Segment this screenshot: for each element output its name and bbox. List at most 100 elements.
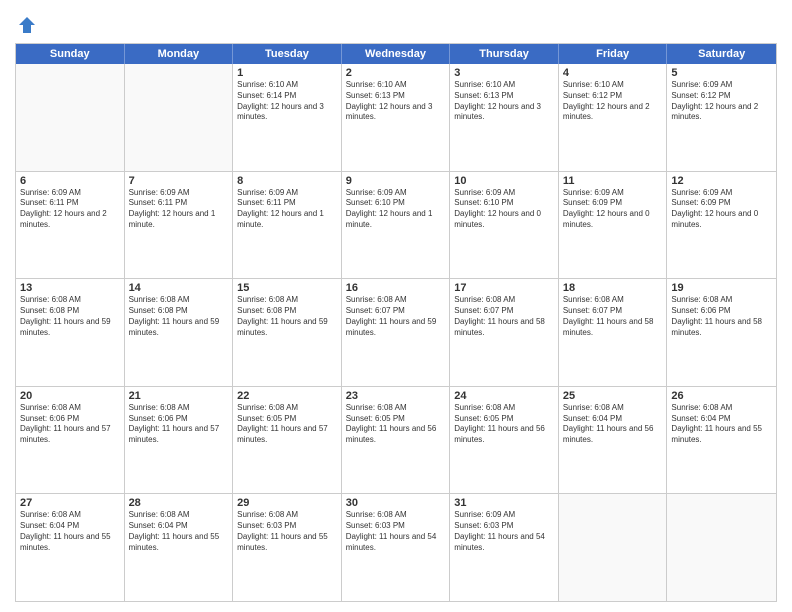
day-number: 27 [20, 497, 120, 509]
calendar: SundayMondayTuesdayWednesdayThursdayFrid… [15, 43, 777, 602]
weekday-header-sunday: Sunday [16, 44, 125, 64]
day-info: Sunrise: 6:09 AM Sunset: 6:11 PM Dayligh… [20, 188, 120, 231]
day-number: 12 [671, 175, 772, 187]
calendar-day-24: 24Sunrise: 6:08 AM Sunset: 6:05 PM Dayli… [450, 387, 559, 494]
logo-icon [17, 15, 37, 35]
calendar-day-22: 22Sunrise: 6:08 AM Sunset: 6:05 PM Dayli… [233, 387, 342, 494]
day-info: Sunrise: 6:08 AM Sunset: 6:04 PM Dayligh… [20, 510, 120, 553]
day-info: Sunrise: 6:08 AM Sunset: 6:06 PM Dayligh… [20, 403, 120, 446]
calendar-day-14: 14Sunrise: 6:08 AM Sunset: 6:08 PM Dayli… [125, 279, 234, 386]
day-number: 19 [671, 282, 772, 294]
calendar-day-10: 10Sunrise: 6:09 AM Sunset: 6:10 PM Dayli… [450, 172, 559, 279]
calendar-week-4: 20Sunrise: 6:08 AM Sunset: 6:06 PM Dayli… [16, 386, 776, 494]
day-number: 14 [129, 282, 229, 294]
day-info: Sunrise: 6:10 AM Sunset: 6:14 PM Dayligh… [237, 80, 337, 123]
day-number: 16 [346, 282, 446, 294]
calendar-day-11: 11Sunrise: 6:09 AM Sunset: 6:09 PM Dayli… [559, 172, 668, 279]
day-number: 23 [346, 390, 446, 402]
day-info: Sunrise: 6:09 AM Sunset: 6:03 PM Dayligh… [454, 510, 554, 553]
day-info: Sunrise: 6:10 AM Sunset: 6:12 PM Dayligh… [563, 80, 663, 123]
day-info: Sunrise: 6:10 AM Sunset: 6:13 PM Dayligh… [454, 80, 554, 123]
day-info: Sunrise: 6:08 AM Sunset: 6:07 PM Dayligh… [454, 295, 554, 338]
day-info: Sunrise: 6:09 AM Sunset: 6:11 PM Dayligh… [237, 188, 337, 231]
day-number: 17 [454, 282, 554, 294]
calendar-empty-cell [667, 494, 776, 601]
calendar-day-25: 25Sunrise: 6:08 AM Sunset: 6:04 PM Dayli… [559, 387, 668, 494]
calendar-body: 1Sunrise: 6:10 AM Sunset: 6:14 PM Daylig… [16, 64, 776, 601]
day-info: Sunrise: 6:08 AM Sunset: 6:03 PM Dayligh… [346, 510, 446, 553]
day-number: 13 [20, 282, 120, 294]
day-info: Sunrise: 6:08 AM Sunset: 6:07 PM Dayligh… [346, 295, 446, 338]
weekday-header-friday: Friday [559, 44, 668, 64]
calendar-week-1: 1Sunrise: 6:10 AM Sunset: 6:14 PM Daylig… [16, 64, 776, 171]
calendar-week-3: 13Sunrise: 6:08 AM Sunset: 6:08 PM Dayli… [16, 278, 776, 386]
calendar-day-3: 3Sunrise: 6:10 AM Sunset: 6:13 PM Daylig… [450, 64, 559, 171]
day-info: Sunrise: 6:08 AM Sunset: 6:08 PM Dayligh… [237, 295, 337, 338]
calendar-day-5: 5Sunrise: 6:09 AM Sunset: 6:12 PM Daylig… [667, 64, 776, 171]
day-number: 5 [671, 67, 772, 79]
page: SundayMondayTuesdayWednesdayThursdayFrid… [0, 0, 792, 612]
day-info: Sunrise: 6:08 AM Sunset: 6:03 PM Dayligh… [237, 510, 337, 553]
day-number: 30 [346, 497, 446, 509]
day-info: Sunrise: 6:08 AM Sunset: 6:08 PM Dayligh… [20, 295, 120, 338]
day-info: Sunrise: 6:09 AM Sunset: 6:09 PM Dayligh… [671, 188, 772, 231]
day-number: 4 [563, 67, 663, 79]
calendar-header: SundayMondayTuesdayWednesdayThursdayFrid… [16, 44, 776, 64]
day-number: 10 [454, 175, 554, 187]
calendar-day-26: 26Sunrise: 6:08 AM Sunset: 6:04 PM Dayli… [667, 387, 776, 494]
weekday-header-tuesday: Tuesday [233, 44, 342, 64]
day-info: Sunrise: 6:08 AM Sunset: 6:05 PM Dayligh… [237, 403, 337, 446]
weekday-header-saturday: Saturday [667, 44, 776, 64]
day-number: 2 [346, 67, 446, 79]
day-number: 6 [20, 175, 120, 187]
day-info: Sunrise: 6:08 AM Sunset: 6:07 PM Dayligh… [563, 295, 663, 338]
calendar-day-12: 12Sunrise: 6:09 AM Sunset: 6:09 PM Dayli… [667, 172, 776, 279]
day-info: Sunrise: 6:08 AM Sunset: 6:04 PM Dayligh… [671, 403, 772, 446]
day-number: 21 [129, 390, 229, 402]
calendar-day-1: 1Sunrise: 6:10 AM Sunset: 6:14 PM Daylig… [233, 64, 342, 171]
day-number: 9 [346, 175, 446, 187]
day-number: 26 [671, 390, 772, 402]
calendar-day-23: 23Sunrise: 6:08 AM Sunset: 6:05 PM Dayli… [342, 387, 451, 494]
day-info: Sunrise: 6:09 AM Sunset: 6:09 PM Dayligh… [563, 188, 663, 231]
calendar-day-31: 31Sunrise: 6:09 AM Sunset: 6:03 PM Dayli… [450, 494, 559, 601]
day-number: 22 [237, 390, 337, 402]
calendar-day-6: 6Sunrise: 6:09 AM Sunset: 6:11 PM Daylig… [16, 172, 125, 279]
day-info: Sunrise: 6:09 AM Sunset: 6:10 PM Dayligh… [454, 188, 554, 231]
day-number: 8 [237, 175, 337, 187]
calendar-day-19: 19Sunrise: 6:08 AM Sunset: 6:06 PM Dayli… [667, 279, 776, 386]
calendar-empty-cell [16, 64, 125, 171]
day-number: 3 [454, 67, 554, 79]
calendar-day-28: 28Sunrise: 6:08 AM Sunset: 6:04 PM Dayli… [125, 494, 234, 601]
calendar-week-5: 27Sunrise: 6:08 AM Sunset: 6:04 PM Dayli… [16, 493, 776, 601]
day-number: 11 [563, 175, 663, 187]
weekday-header-thursday: Thursday [450, 44, 559, 64]
day-number: 18 [563, 282, 663, 294]
calendar-day-20: 20Sunrise: 6:08 AM Sunset: 6:06 PM Dayli… [16, 387, 125, 494]
day-info: Sunrise: 6:10 AM Sunset: 6:13 PM Dayligh… [346, 80, 446, 123]
calendar-day-13: 13Sunrise: 6:08 AM Sunset: 6:08 PM Dayli… [16, 279, 125, 386]
day-info: Sunrise: 6:08 AM Sunset: 6:04 PM Dayligh… [563, 403, 663, 446]
day-number: 24 [454, 390, 554, 402]
day-info: Sunrise: 6:08 AM Sunset: 6:04 PM Dayligh… [129, 510, 229, 553]
day-info: Sunrise: 6:09 AM Sunset: 6:11 PM Dayligh… [129, 188, 229, 231]
day-info: Sunrise: 6:09 AM Sunset: 6:12 PM Dayligh… [671, 80, 772, 123]
logo [15, 15, 37, 35]
day-info: Sunrise: 6:08 AM Sunset: 6:05 PM Dayligh… [454, 403, 554, 446]
day-number: 31 [454, 497, 554, 509]
calendar-empty-cell [559, 494, 668, 601]
day-number: 29 [237, 497, 337, 509]
calendar-day-30: 30Sunrise: 6:08 AM Sunset: 6:03 PM Dayli… [342, 494, 451, 601]
calendar-day-29: 29Sunrise: 6:08 AM Sunset: 6:03 PM Dayli… [233, 494, 342, 601]
header [15, 10, 777, 35]
calendar-day-7: 7Sunrise: 6:09 AM Sunset: 6:11 PM Daylig… [125, 172, 234, 279]
calendar-day-15: 15Sunrise: 6:08 AM Sunset: 6:08 PM Dayli… [233, 279, 342, 386]
calendar-day-4: 4Sunrise: 6:10 AM Sunset: 6:12 PM Daylig… [559, 64, 668, 171]
calendar-day-18: 18Sunrise: 6:08 AM Sunset: 6:07 PM Dayli… [559, 279, 668, 386]
day-number: 20 [20, 390, 120, 402]
calendar-empty-cell [125, 64, 234, 171]
day-number: 25 [563, 390, 663, 402]
calendar-week-2: 6Sunrise: 6:09 AM Sunset: 6:11 PM Daylig… [16, 171, 776, 279]
calendar-day-9: 9Sunrise: 6:09 AM Sunset: 6:10 PM Daylig… [342, 172, 451, 279]
day-info: Sunrise: 6:08 AM Sunset: 6:08 PM Dayligh… [129, 295, 229, 338]
